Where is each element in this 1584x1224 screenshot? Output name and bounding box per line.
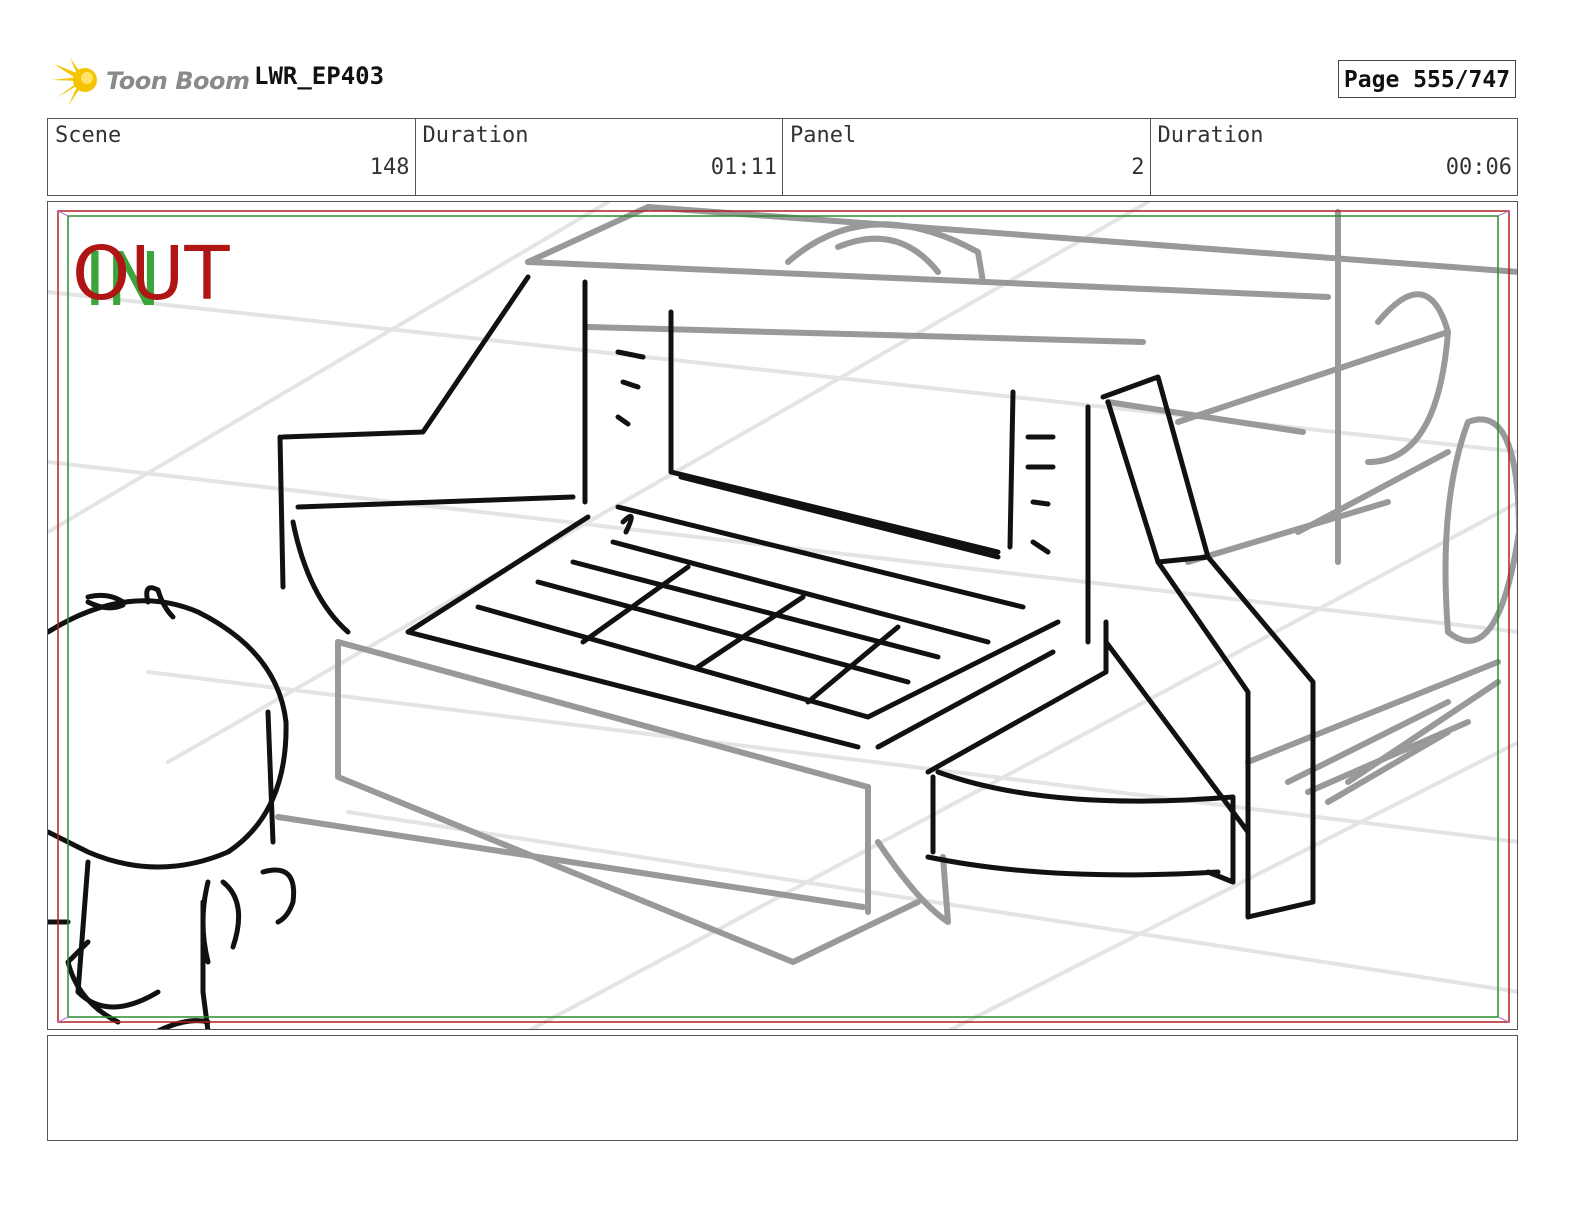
toon-boom-logo: Toon Boom <box>52 56 250 106</box>
panel-info-table: Scene 148 Duration 01:11 Panel 2 Duratio… <box>47 118 1518 196</box>
truck-sketch <box>275 204 1517 965</box>
scene-cell: Scene 148 <box>48 119 416 195</box>
panel-cell: Panel 2 <box>783 119 1151 195</box>
scene-duration-cell: Duration 01:11 <box>416 119 783 195</box>
page-number: Page 555/747 <box>1338 60 1516 98</box>
scene-duration-label: Duration <box>422 123 529 148</box>
scene-value: 148 <box>369 155 410 180</box>
scene-duration-value: 01:11 <box>710 155 777 180</box>
panel-duration-cell: Duration 00:06 <box>1151 119 1518 195</box>
panel-notes <box>47 1035 1518 1141</box>
panel-sketch: IN OUT <box>48 202 1517 1029</box>
panel-duration-label: Duration <box>1157 123 1264 148</box>
scene-label: Scene <box>55 123 122 148</box>
panel-label: Panel <box>790 123 857 148</box>
out-marker: OUT <box>72 231 230 317</box>
storyboard-panel: IN OUT <box>47 201 1518 1030</box>
character-sketch <box>48 585 297 1029</box>
panel-duration-value: 00:06 <box>1445 155 1512 180</box>
logo-text: Toon Boom <box>106 67 250 95</box>
panel-value: 2 <box>1131 155 1145 180</box>
starburst-icon <box>52 58 97 106</box>
project-title: LWR_EP403 <box>254 62 385 90</box>
